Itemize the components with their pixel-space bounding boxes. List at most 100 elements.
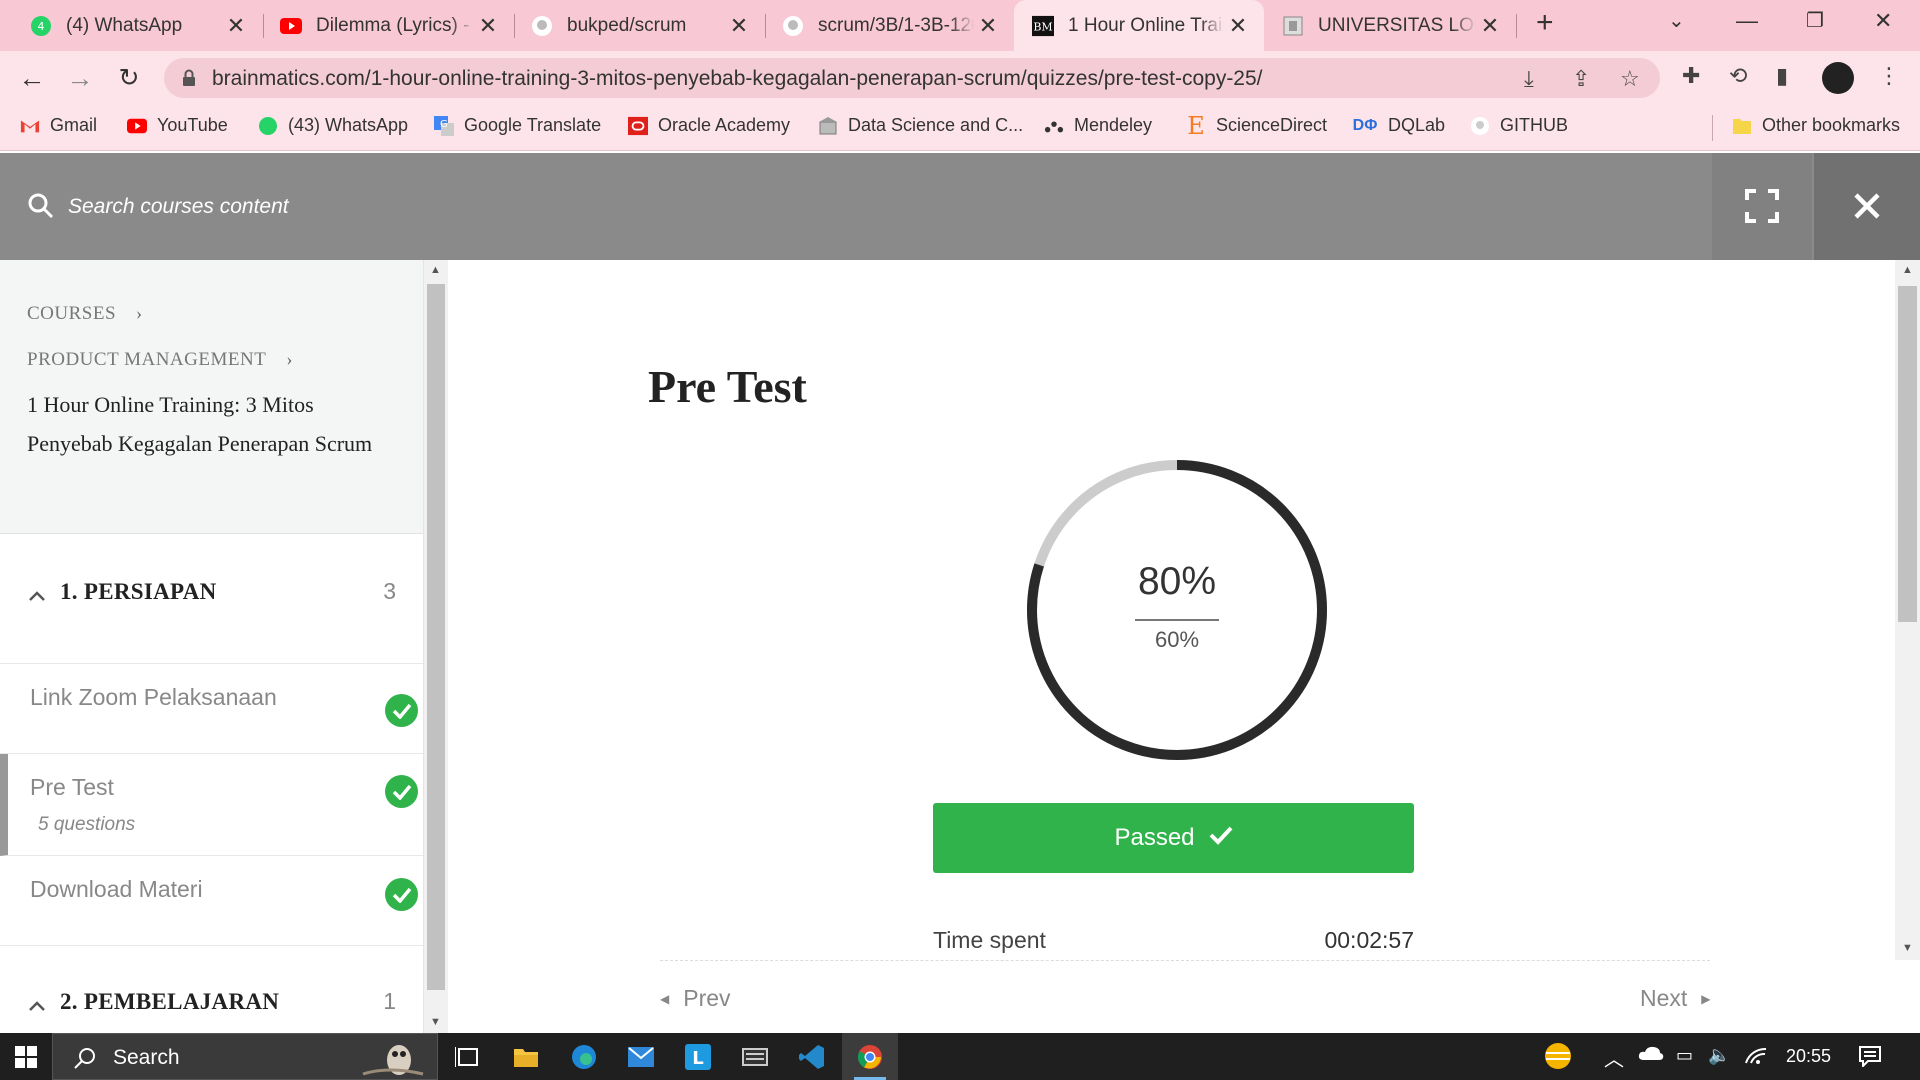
tray-chevron-up-icon[interactable]: ︿ xyxy=(1604,1043,1624,1072)
bookmark-star-icon[interactable]: ☆ xyxy=(1620,66,1640,92)
fullscreen-button[interactable] xyxy=(1712,153,1812,260)
tab-close-icon[interactable]: ✕ xyxy=(474,13,502,39)
tab-whatsapp[interactable]: 4 (4) WhatsApp ✕ xyxy=(0,0,262,51)
install-icon[interactable]: ⤓ xyxy=(1524,66,1534,92)
tab-youtube-dilemma[interactable]: Dilemma (Lyrics) - N ✕ xyxy=(264,0,514,51)
scroll-up-arrow-icon[interactable]: ▲ xyxy=(430,264,441,276)
bookmark-github[interactable]: GITHUB xyxy=(1470,115,1568,136)
performance-icon[interactable]: ⟲ xyxy=(1729,63,1747,89)
bookmark-oracle-academy[interactable]: Oracle Academy xyxy=(628,115,790,136)
chrome-button[interactable] xyxy=(842,1033,898,1080)
browser-tab-strip: 4 (4) WhatsApp ✕ Dilemma (Lyrics) - N ✕ … xyxy=(0,0,1920,51)
youtube-icon xyxy=(280,15,302,37)
section-pembelajaran[interactable]: 2. PEMBELAJARAN 1 xyxy=(0,946,423,1033)
svg-text:L: L xyxy=(692,1048,703,1069)
lesson-pre-test[interactable]: Pre Test 5 questions xyxy=(0,754,423,856)
bookmark-mendeley[interactable]: Mendeley xyxy=(1044,115,1152,136)
svg-text:BM: BM xyxy=(1033,20,1052,33)
bookmark-dqlab[interactable]: DΦ DQLab xyxy=(1352,115,1445,136)
caret-left-icon: ◀ xyxy=(660,991,670,1006)
divider xyxy=(660,960,1710,961)
forward-button[interactable]: → xyxy=(64,62,96,94)
clock-time[interactable]: 20:55 xyxy=(1786,1046,1831,1067)
bookmark-gmail[interactable]: Gmail xyxy=(20,115,97,136)
task-view-button[interactable] xyxy=(440,1033,496,1080)
vscode-button[interactable] xyxy=(784,1033,840,1080)
tab-close-icon[interactable]: ✕ xyxy=(1224,13,1252,39)
side-panel-icon[interactable]: ▮ xyxy=(1776,63,1788,89)
profile-avatar[interactable] xyxy=(1822,62,1854,94)
folder-icon xyxy=(514,1048,538,1067)
scroll-up-arrow-icon[interactable]: ▲ xyxy=(1902,264,1913,276)
breadcrumb-label: COURSES xyxy=(27,303,117,324)
menu-kebab-icon[interactable]: ⋮ xyxy=(1878,63,1900,89)
volume-icon[interactable]: 🔈 xyxy=(1708,1045,1730,1066)
tab-close-icon[interactable]: ✕ xyxy=(1476,13,1504,39)
wifi-icon[interactable] xyxy=(1744,1045,1768,1070)
mail-button[interactable] xyxy=(613,1033,669,1080)
tab-search-chevron-icon[interactable]: ⌄ xyxy=(1668,8,1685,33)
course-search-input[interactable]: Search courses content xyxy=(68,195,289,219)
lesson-link-zoom[interactable]: Link Zoom Pelaksanaan xyxy=(0,664,423,754)
bookmark-other-folder[interactable]: Other bookmarks xyxy=(1732,115,1900,136)
keyboard-app-button[interactable] xyxy=(727,1033,783,1080)
main-scroll-thumb[interactable] xyxy=(1898,286,1917,622)
section-persiapan[interactable]: 1. PERSIAPAN 3 xyxy=(0,534,423,664)
window-close-button[interactable]: ✕ xyxy=(1874,8,1892,34)
reload-button[interactable]: ↻ xyxy=(113,62,145,94)
close-course-button[interactable] xyxy=(1814,153,1920,260)
caret-right-icon: ▶ xyxy=(1701,991,1711,1006)
main-scrollbar[interactable]: ▲ ▼ xyxy=(1895,260,1920,960)
youtube-icon xyxy=(127,116,147,136)
start-button[interactable] xyxy=(0,1033,52,1080)
bookmark-youtube[interactable]: YouTube xyxy=(127,115,228,136)
bookmark-data-science[interactable]: Data Science and C... xyxy=(818,115,1023,136)
breadcrumb-courses[interactable]: COURSES › xyxy=(27,303,143,325)
bookmark-whatsapp[interactable]: (43) WhatsApp xyxy=(258,115,408,136)
tab-close-icon[interactable]: ✕ xyxy=(725,13,753,39)
lesson-download-materi[interactable]: Download Materi xyxy=(0,856,423,946)
time-spent-value: 00:02:57 xyxy=(1324,927,1414,953)
windows-logo-icon xyxy=(15,1045,37,1068)
extensions-icon[interactable]: ✚ xyxy=(1682,63,1700,89)
keyboard-icon xyxy=(742,1047,768,1066)
tab-separator xyxy=(1516,14,1517,38)
restore-button[interactable]: ❐ xyxy=(1806,8,1824,33)
onedrive-cloud-icon[interactable] xyxy=(1638,1045,1664,1066)
bookmark-label: ScienceDirect xyxy=(1216,115,1328,135)
scroll-down-arrow-icon[interactable]: ▼ xyxy=(430,1016,441,1028)
bookmark-label: Data Science and C... xyxy=(848,115,1024,135)
weather-icon[interactable] xyxy=(1540,1041,1576,1076)
chevron-up-icon xyxy=(28,996,46,1017)
score-percentage: 80% xyxy=(1137,560,1217,603)
breadcrumb-product-management[interactable]: PRODUCT MANAGEMENT › xyxy=(27,349,293,371)
scroll-down-arrow-icon[interactable]: ▼ xyxy=(1902,942,1913,954)
next-button[interactable]: Next ▶ xyxy=(1640,985,1711,1012)
minimize-button[interactable]: — xyxy=(1736,8,1758,34)
mail-icon xyxy=(628,1046,654,1067)
address-bar[interactable]: brainmatics.com/1-hour-online-training-3… xyxy=(164,58,1660,98)
tab-github-scrum[interactable]: scrum/3B/1-3B-120 ✕ xyxy=(766,0,1014,51)
prev-button[interactable]: ◀ Prev xyxy=(660,985,731,1012)
file-explorer-button[interactable] xyxy=(498,1033,554,1080)
meet-now-icon[interactable]: ▭ xyxy=(1676,1045,1693,1066)
passed-label: Passed xyxy=(1114,824,1195,851)
tab-universitas[interactable]: UNIVERSITAS LOGIS ✕ xyxy=(1266,0,1516,51)
sidebar-scrollbar[interactable]: ▲ ▼ xyxy=(424,260,448,1033)
notification-icon[interactable] xyxy=(1858,1045,1882,1072)
l-app-button[interactable]: L xyxy=(670,1033,726,1080)
bookmark-google-translate[interactable]: G Google Translate xyxy=(434,115,601,136)
tab-brainmatics[interactable]: BM 1 Hour Online Train ✕ xyxy=(1014,0,1264,51)
taskbar-search-box[interactable]: Search xyxy=(52,1033,438,1080)
tab-github-bukped[interactable]: bukped/scrum ✕ xyxy=(515,0,765,51)
tab-close-icon[interactable]: ✕ xyxy=(974,13,1002,39)
tab-close-icon[interactable]: ✕ xyxy=(222,13,250,39)
share-icon[interactable]: ⇪ xyxy=(1572,66,1590,92)
edge-button[interactable] xyxy=(556,1033,612,1080)
bookmark-sciencedirect[interactable]: E ScienceDirect xyxy=(1186,112,1328,140)
back-button[interactable]: ← xyxy=(16,62,48,94)
tab-title: 1 Hour Online Train xyxy=(1068,14,1224,36)
new-tab-button[interactable]: + xyxy=(1536,6,1554,40)
sidebar-scroll-thumb[interactable] xyxy=(427,284,445,990)
github-icon xyxy=(782,15,804,37)
